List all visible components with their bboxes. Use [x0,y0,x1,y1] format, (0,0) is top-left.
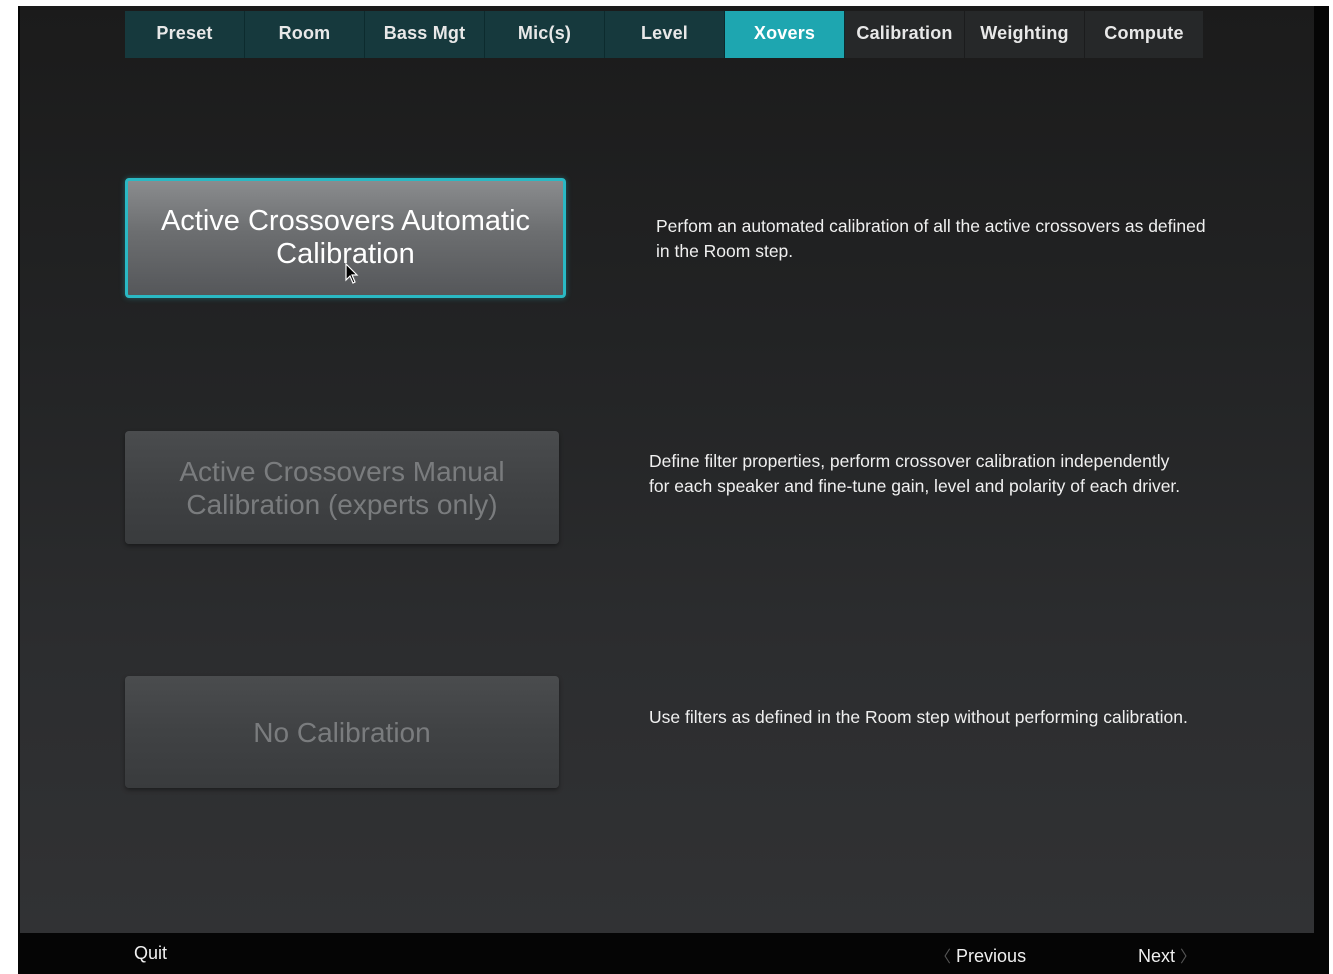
app-screen: Preset Room Bass Mgt Mic(s) Level Xovers… [18,6,1329,974]
footer-bar: Quit 〈 Previous Next 〉 [18,933,1329,974]
tab-compute[interactable]: Compute [1085,11,1203,58]
tab-preset[interactable]: Preset [125,11,245,58]
wizard-tab-bar: Preset Room Bass Mgt Mic(s) Level Xovers… [125,11,1203,58]
no-calibration-description: Use filters as defined in the Room step … [649,707,1188,727]
tab-xovers[interactable]: Xovers [725,11,845,58]
mouse-pointer-icon [345,263,359,284]
manual-calibration-line1: Active Crossovers Manual [179,455,505,487]
next-button[interactable]: Next 〉 [1138,943,1196,967]
manual-calibration-label: Active Crossovers Manual Calibration (ex… [179,455,504,521]
automatic-calibration-label: Active Crossovers Automatic Calibration [161,205,530,271]
tab-calibration[interactable]: Calibration [845,11,965,58]
no-calibration-label: No Calibration [253,716,431,748]
manual-calibration-line2: Calibration (experts only) [186,488,498,520]
chevron-right-icon: 〉 [1180,949,1197,966]
previous-button[interactable]: 〈 Previous [935,943,1026,967]
automatic-calibration-description: Perfom an automated calibration of all t… [656,216,1206,261]
window-frame: Preset Room Bass Mgt Mic(s) Level Xovers… [0,0,1333,974]
tab-room[interactable]: Room [245,11,365,58]
content-panel: Preset Room Bass Mgt Mic(s) Level Xovers… [20,6,1314,933]
quit-button[interactable]: Quit [134,943,167,964]
no-calibration-button[interactable]: No Calibration [125,676,559,788]
manual-calibration-description: Define filter properties, perform crosso… [649,451,1181,496]
manual-calibration-button[interactable]: Active Crossovers Manual Calibration (ex… [125,431,559,544]
tab-level[interactable]: Level [605,11,725,58]
previous-label: Previous [956,946,1027,966]
tab-bass-mgt[interactable]: Bass Mgt [365,11,485,58]
tab-mics[interactable]: Mic(s) [485,11,605,58]
automatic-calibration-line1: Active Crossovers Automatic [160,205,531,237]
tab-weighting[interactable]: Weighting [965,11,1085,58]
next-label: Next [1138,946,1176,966]
chevron-left-icon: 〈 [935,949,952,966]
